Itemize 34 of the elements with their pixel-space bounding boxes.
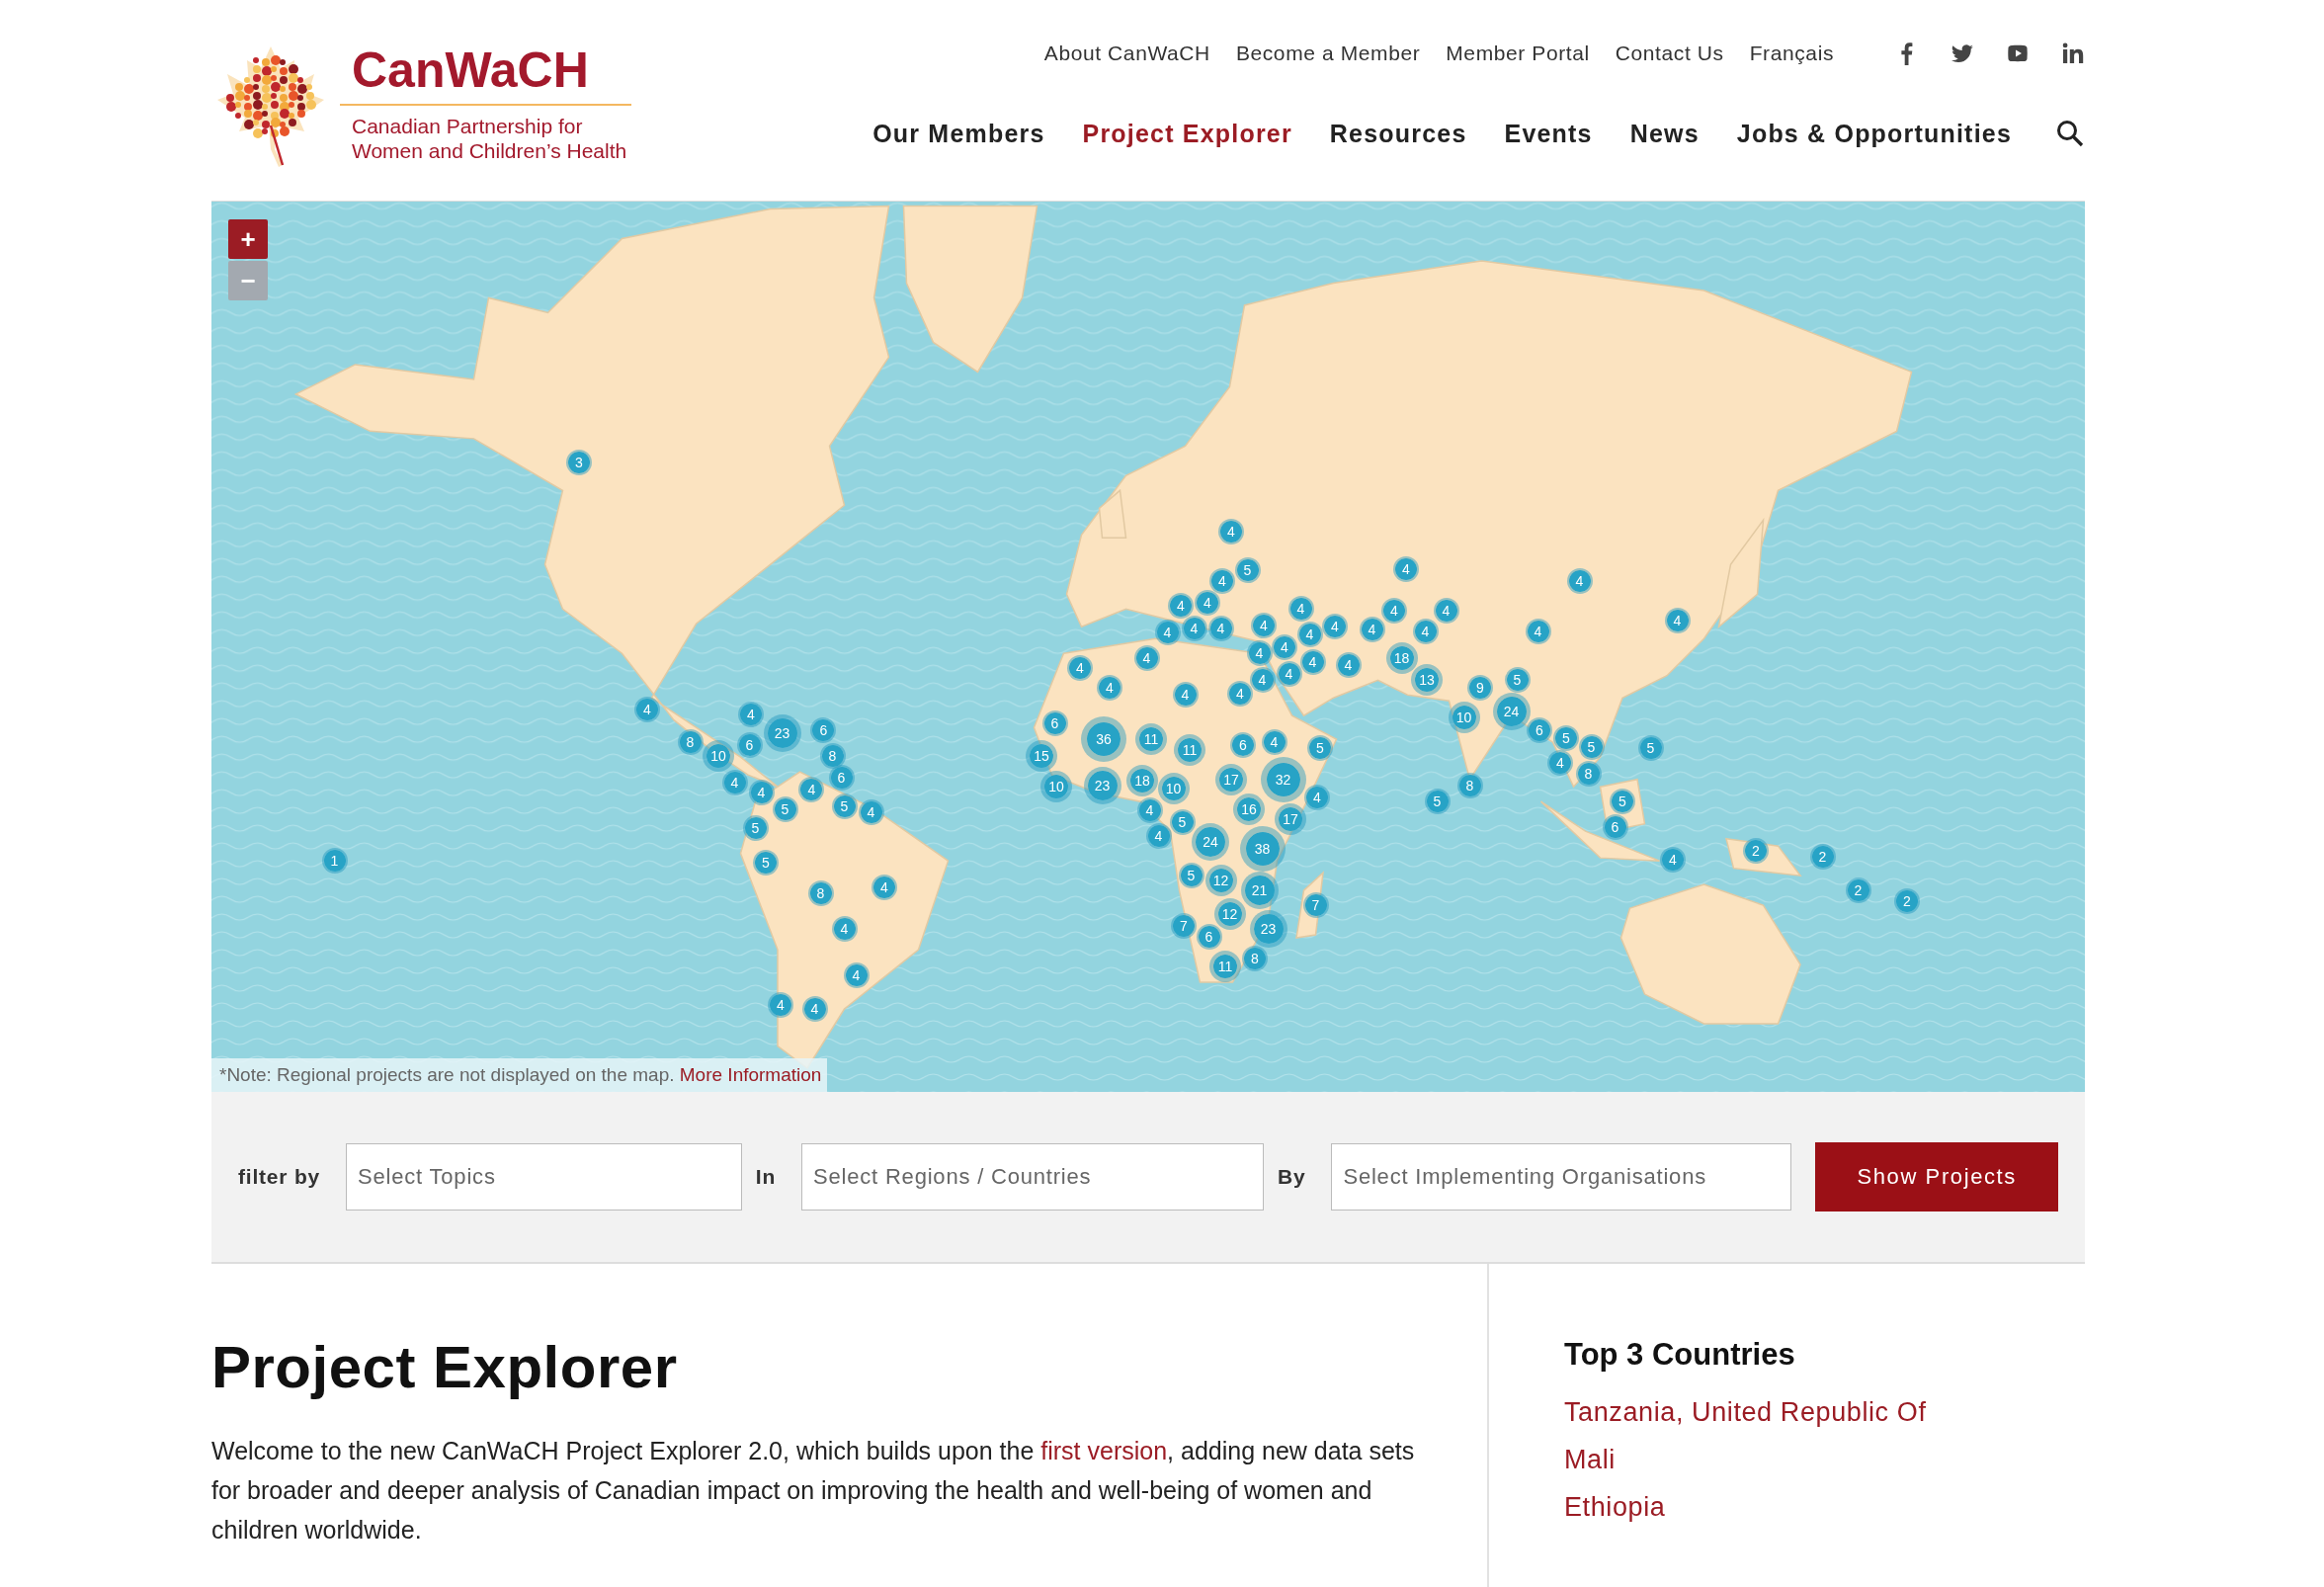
brand-name[interactable]: CanWaCH [340,42,631,98]
select-field[interactable]: Select Implementing Organisations [1331,1143,1792,1211]
linkedin-icon[interactable] [2061,42,2085,65]
top-link[interactable]: Become a Member [1235,42,1421,65]
tagline: Canadian Partnership for [351,113,584,138]
zoom-in-button[interactable]: + [228,219,268,259]
twitter-icon[interactable] [1950,42,1974,65]
filter-label: In [755,1165,777,1189]
country-link[interactable]: Tanzania, United Republic Of [1564,1388,2085,1436]
select-field[interactable]: Select Topics [346,1143,742,1211]
intro-paragraph: Welcome to the new CanWaCH Project Explorer 2.0, which builds upon the first version, adding new data sets for broader and deeper analysis of Canadian impact on improving the health and well-being of women and children worldwide. [211,1436,1416,1545]
filter-label: filter by [238,1165,321,1189]
top-link[interactable]: Member Portal [1446,42,1590,65]
search-icon[interactable] [2055,119,2085,148]
nav-item[interactable]: Resources [1329,119,1467,148]
top-link[interactable]: About CanWaCH [1043,42,1210,65]
select-field[interactable]: Select Regions / Countries [801,1143,1264,1211]
country-link[interactable]: Ethiopia [1564,1483,2085,1531]
top-link[interactable]: Contact Us [1615,42,1724,65]
nav-item[interactable]: Our Members [872,119,1045,148]
country-link[interactable]: Mali [1564,1436,2085,1483]
nav-item[interactable]: News [1629,119,1700,148]
page-title: Project Explorer [211,1333,679,1401]
first-version-link[interactable]: first version [1040,1437,1168,1464]
nav-item[interactable]: Events [1504,119,1593,148]
filter-label: By [1277,1165,1306,1189]
tagline: Women and Children’s Health [351,138,628,164]
section-heading: Top 3 Countries [1564,1337,1796,1373]
map-note: *Note: Regional projects are not displayed on the map. More Information [211,1058,828,1092]
more-information-link[interactable]: More Information [679,1064,822,1085]
top-link[interactable]: Français [1749,42,1834,65]
nav-item[interactable]: Jobs & Opportunities [1736,119,2012,148]
show-projects-button[interactable]: Show Projects [1815,1142,2058,1211]
nav-item[interactable]: Project Explorer [1082,119,1292,148]
